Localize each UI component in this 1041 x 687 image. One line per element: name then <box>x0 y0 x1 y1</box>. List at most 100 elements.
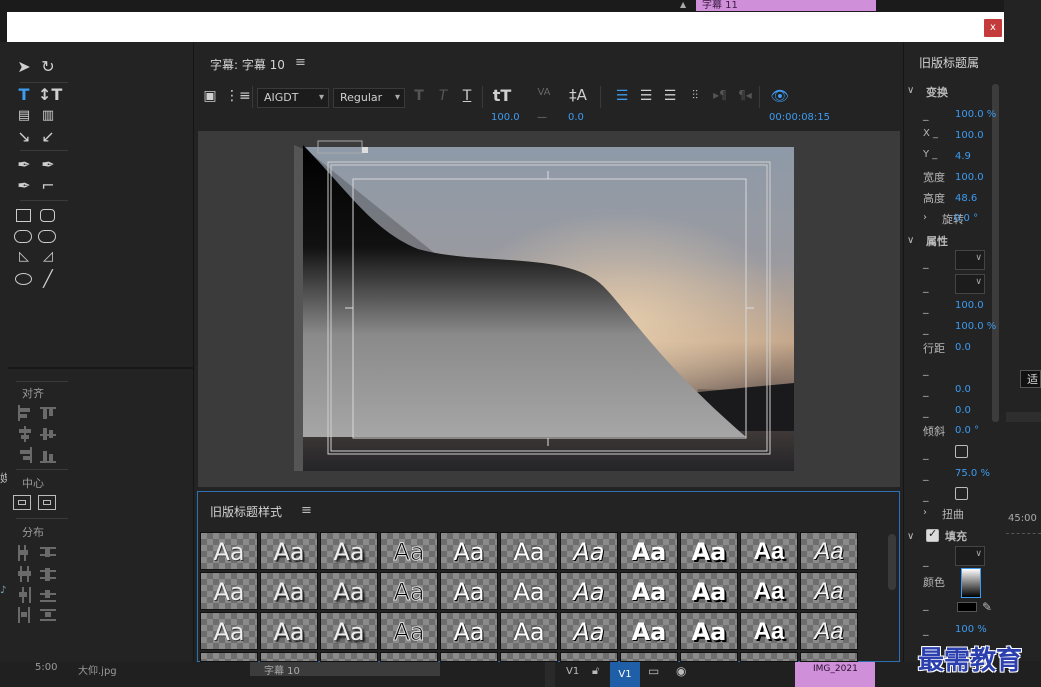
clipped-rectangle-tool-icon[interactable] <box>14 230 32 243</box>
font-style-select[interactable]: Regular ▾ <box>333 88 405 108</box>
style-swatch[interactable]: Aa <box>560 532 618 570</box>
eyedropper-icon[interactable]: ✎ <box>982 600 992 614</box>
y-position-value[interactable]: 4.9 <box>955 151 971 162</box>
style-swatch[interactable]: Aa <box>680 532 738 570</box>
style-swatch[interactable]: Aa <box>380 652 438 662</box>
distribute-hcenter-icon[interactable] <box>16 566 34 582</box>
attributes-section[interactable]: 属性 <box>926 233 948 249</box>
font-size-prop-value[interactable]: 100.0 <box>955 300 984 311</box>
fill-opacity-value[interactable]: 100 % <box>955 624 987 635</box>
add-anchor-tool-icon[interactable]: ✒ <box>14 177 34 195</box>
fill-section[interactable]: 填充 <box>945 528 967 544</box>
path-type-tool-icon[interactable]: ↘ <box>14 128 34 146</box>
style-swatch[interactable]: Aa <box>440 572 498 610</box>
rounded-corner-tool-icon[interactable] <box>38 230 56 243</box>
style-swatch[interactable]: Aa <box>380 572 438 610</box>
style-swatch[interactable]: Aa <box>380 612 438 650</box>
leading-icon[interactable]: ‡A <box>567 86 589 104</box>
chevron-down-icon[interactable]: ∨ <box>907 235 914 246</box>
style-swatch[interactable]: Aa <box>800 572 858 610</box>
fill-checkbox[interactable]: ✓ <box>926 527 939 542</box>
style-swatch[interactable]: Aa <box>260 572 318 610</box>
font-size-icon[interactable]: tT <box>491 86 513 105</box>
font-family-select[interactable]: AIGDT ▾ <box>257 88 329 108</box>
chevron-right-icon[interactable]: › <box>923 507 927 518</box>
align-bottom-icon[interactable] <box>40 447 58 463</box>
style-swatch[interactable]: Aa <box>320 532 378 570</box>
gradient-color-swatch[interactable] <box>961 568 981 598</box>
style-swatch[interactable]: Aa <box>740 572 798 610</box>
style-swatch[interactable]: Aa <box>740 532 798 570</box>
align-top-icon[interactable] <box>40 405 58 421</box>
align-hcenter-icon[interactable] <box>16 426 34 442</box>
align-right-icon[interactable] <box>16 447 34 463</box>
distort-label[interactable]: 扭曲 <box>942 506 964 522</box>
close-button[interactable]: x <box>984 19 1002 37</box>
distribute-vcenter-icon[interactable] <box>40 566 58 582</box>
align-text-right-icon[interactable]: ☰ <box>661 88 679 104</box>
style-swatch[interactable]: Aa <box>500 572 558 610</box>
style-swatch[interactable]: Aa <box>260 612 318 650</box>
chevron-down-icon[interactable]: ∨ <box>907 85 914 96</box>
align-left-icon[interactable] <box>16 405 34 421</box>
vertical-type-tool-icon[interactable]: ↕T <box>38 86 62 104</box>
width-value[interactable]: 100.0 <box>955 172 984 183</box>
line-tool-icon[interactable]: ╱ <box>38 270 58 288</box>
style-swatch[interactable]: Aa <box>800 652 858 662</box>
small-caps-checkbox[interactable] <box>955 445 968 458</box>
align-text-left-icon[interactable]: ☰ <box>613 88 631 104</box>
vertical-area-type-tool-icon[interactable]: ▥ <box>38 107 58 125</box>
align-text-center-icon[interactable]: ☰ <box>637 88 655 104</box>
kerning-icon[interactable]: VA <box>533 87 555 98</box>
vertical-path-type-tool-icon[interactable]: ↙ <box>38 128 58 146</box>
roll-crawl-icon[interactable]: ⋮≡ <box>225 88 251 104</box>
distribute-top-icon[interactable] <box>40 545 58 561</box>
style-swatch[interactable]: Aa <box>620 652 678 662</box>
convert-anchor-tool-icon[interactable]: ⌐ <box>38 177 58 195</box>
font-style-prop-select[interactable]: ∨ <box>955 274 985 294</box>
center-vertical-icon[interactable] <box>38 495 56 510</box>
kerning-prop-value[interactable]: 0.0 <box>955 384 971 395</box>
style-swatch[interactable]: Aa <box>440 532 498 570</box>
style-swatch[interactable]: Aa <box>500 612 558 650</box>
underline-icon[interactable]: T <box>459 88 475 104</box>
wedge-tool-icon[interactable]: ◺ <box>14 248 34 266</box>
style-swatch[interactable]: Aa <box>260 652 318 662</box>
chevron-down-icon[interactable]: ∨ <box>907 531 914 542</box>
area-type-tool-icon[interactable]: ▤ <box>14 107 34 125</box>
style-swatch[interactable]: Aa <box>200 612 258 650</box>
style-swatch[interactable]: Aa <box>560 572 618 610</box>
ellipse-tool-icon[interactable] <box>15 273 32 285</box>
delete-anchor-tool-icon[interactable]: ✒ <box>38 156 58 174</box>
opacity-value[interactable]: 100.0 % <box>955 109 996 120</box>
distribute-left-icon[interactable] <box>16 545 34 561</box>
style-swatch[interactable]: Aa <box>620 532 678 570</box>
style-swatch[interactable]: Aa <box>500 532 558 570</box>
style-swatch[interactable]: Aa <box>740 652 798 662</box>
properties-scrollbar[interactable] <box>992 84 999 422</box>
chevron-right-icon[interactable]: › <box>923 212 927 223</box>
arc-tool-icon[interactable]: ◿ <box>38 248 58 266</box>
aspect-value[interactable]: 100.0 % <box>955 321 996 332</box>
style-swatch[interactable]: Aa <box>560 612 618 650</box>
style-swatch[interactable]: Aa <box>620 572 678 610</box>
rectangle-tool-icon[interactable] <box>16 209 31 222</box>
font-family-prop-select[interactable]: ∨ <box>955 250 985 270</box>
bold-icon[interactable]: T <box>411 88 427 104</box>
style-swatch[interactable]: Aa <box>320 652 378 662</box>
slant-value[interactable]: 0.0 ° <box>955 425 979 436</box>
rounded-rectangle-tool-icon[interactable] <box>40 209 55 222</box>
align-vcenter-icon[interactable] <box>40 426 58 442</box>
underline-checkbox[interactable] <box>955 487 968 500</box>
distribute-bottom-icon[interactable] <box>40 587 58 603</box>
height-value[interactable]: 48.6 <box>955 193 977 204</box>
fill-type-select[interactable]: ∨ <box>955 546 985 566</box>
style-swatch[interactable]: Aa <box>560 652 618 662</box>
leading-value[interactable]: 0.0 <box>568 112 584 123</box>
rtl-icon[interactable]: ¶◂ <box>736 88 754 102</box>
transform-section[interactable]: 变换 <box>926 84 948 100</box>
distribute-right-icon[interactable] <box>16 587 34 603</box>
style-swatch[interactable]: Aa <box>200 572 258 610</box>
ltr-icon[interactable]: ▸¶ <box>711 88 729 102</box>
tracking-value[interactable]: 0.0 <box>955 405 971 416</box>
